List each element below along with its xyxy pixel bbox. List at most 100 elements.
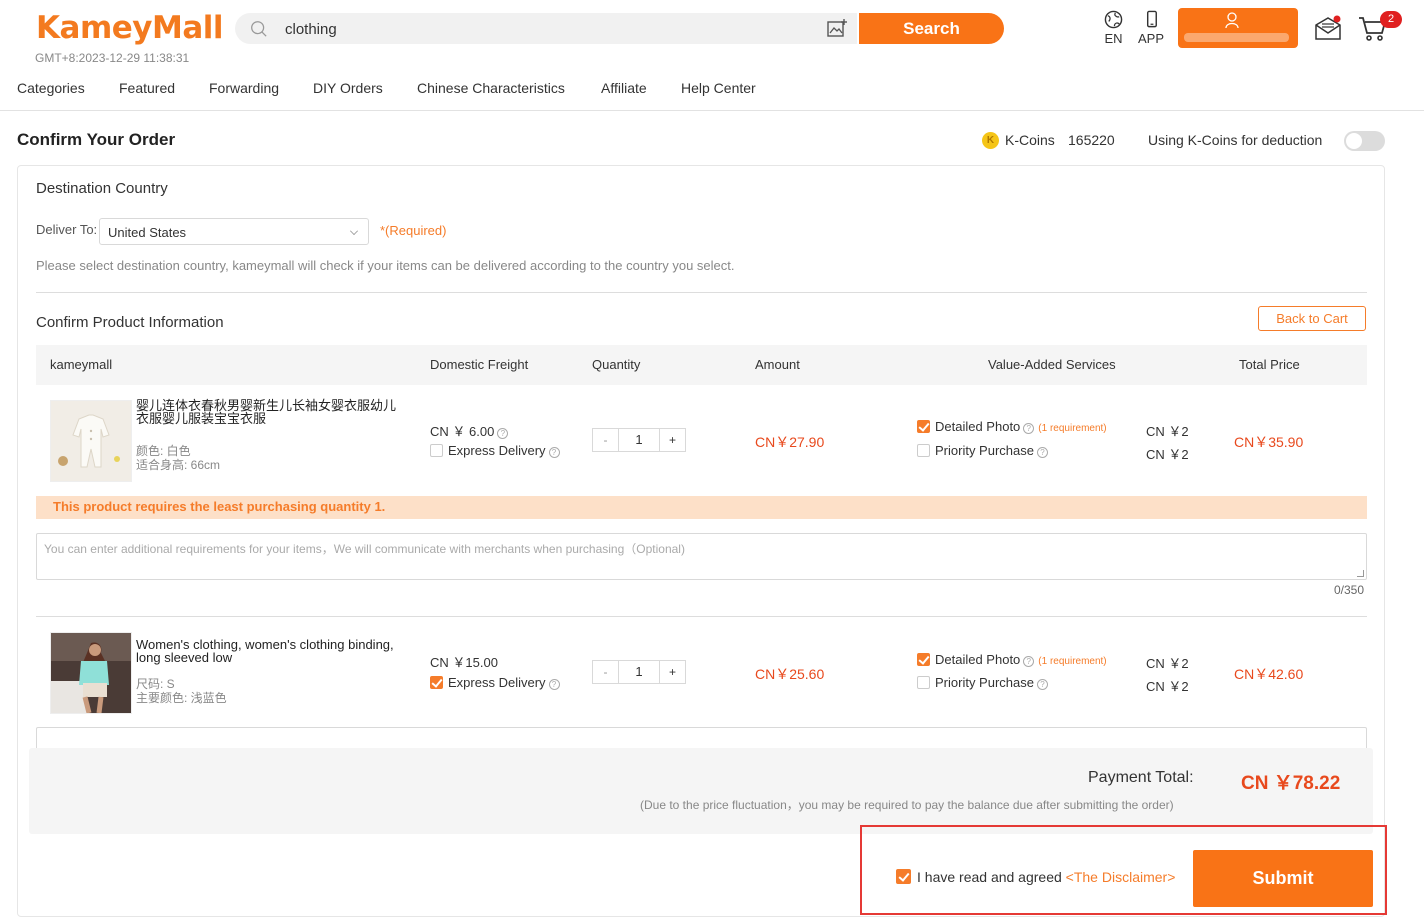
price-fluctuation-note: (Due to the price fluctuation，you may be… bbox=[640, 798, 1174, 812]
col-store: kameymall bbox=[50, 357, 113, 372]
priority-purchase-option[interactable]: Priority Purchase? bbox=[917, 443, 1048, 458]
help-icon[interactable]: ? bbox=[1023, 423, 1035, 434]
quantity-increase-button[interactable]: + bbox=[659, 661, 685, 683]
product-attribute: 适合身高: 66cm bbox=[136, 458, 221, 472]
freight-value: CN ￥ 6.00 bbox=[430, 424, 495, 439]
product-attribute: 颜色: 白色 bbox=[136, 444, 191, 458]
priority-purchase-checkbox[interactable] bbox=[917, 676, 930, 689]
search-button[interactable]: Search bbox=[859, 13, 1004, 44]
priority-purchase-checkbox[interactable] bbox=[917, 444, 930, 457]
quantity-input[interactable]: 1 bbox=[619, 661, 659, 683]
char-counter: 0/350 bbox=[1334, 583, 1365, 597]
nav-chinese-characteristics[interactable]: Chinese Characteristics bbox=[417, 80, 565, 96]
phone-icon bbox=[1146, 10, 1157, 28]
express-delivery-checkbox[interactable] bbox=[430, 444, 443, 457]
help-icon[interactable]: ? bbox=[548, 447, 560, 458]
quantity-decrease-button[interactable]: - bbox=[593, 429, 619, 451]
detailed-photo-price: CN ￥2 bbox=[1146, 656, 1189, 671]
server-clock: GMT+8:2023-12-29 11:38:31 bbox=[35, 51, 190, 65]
requirement-note[interactable]: (1 requirement) bbox=[1038, 656, 1106, 667]
requirements-textarea[interactable]: You can enter additional requirements fo… bbox=[36, 533, 1367, 580]
help-icon[interactable]: ? bbox=[548, 679, 560, 690]
domestic-freight: CN ￥ 6.00? bbox=[430, 421, 509, 440]
country-select[interactable]: United States bbox=[99, 218, 369, 245]
payment-total-value: CN ￥78.22 bbox=[1241, 773, 1341, 794]
disclaimer-link[interactable]: <The Disclaimer> bbox=[1066, 869, 1176, 885]
requirement-note[interactable]: (1 requirement) bbox=[1038, 423, 1106, 434]
nav-help-center[interactable]: Help Center bbox=[681, 80, 756, 96]
back-to-cart-button[interactable]: Back to Cart bbox=[1258, 306, 1366, 331]
nav-categories[interactable]: Categories bbox=[17, 80, 85, 96]
domestic-freight: CN ￥15.00 bbox=[430, 652, 498, 671]
user-icon bbox=[1225, 12, 1239, 29]
freight-value: CN ￥15.00 bbox=[430, 655, 498, 670]
site-logo[interactable]: KameyMall bbox=[36, 10, 224, 46]
product-image[interactable] bbox=[50, 400, 132, 482]
search-bar bbox=[235, 13, 857, 44]
search-input[interactable] bbox=[285, 17, 805, 41]
express-delivery-label: Express Delivery bbox=[448, 675, 546, 690]
payment-summary: Payment Total: CN ￥78.22 (Due to the pri… bbox=[29, 748, 1373, 834]
product-name[interactable]: Women's clothing, women's clothing bindi… bbox=[136, 638, 406, 664]
product-row: Women's clothing, women's clothing bindi… bbox=[18, 624, 1384, 714]
quantity-input[interactable]: 1 bbox=[619, 429, 659, 451]
express-delivery-option[interactable]: Express Delivery? bbox=[430, 443, 560, 458]
quantity-stepper: - 1 + bbox=[592, 660, 686, 684]
kcoin-deduct-toggle[interactable] bbox=[1344, 131, 1385, 151]
agree-label: I have read and agreed bbox=[917, 869, 1062, 885]
country-select-value: United States bbox=[108, 225, 187, 240]
express-delivery-option[interactable]: Express Delivery? bbox=[430, 675, 560, 690]
detailed-photo-option[interactable]: Detailed Photo? (1 requirement) bbox=[917, 419, 1107, 434]
product-row: 婴儿连体衣春秋男婴新生儿长袖女婴衣服幼儿衣服婴儿服装宝宝衣服 颜色: 白色 适合… bbox=[18, 391, 1384, 482]
agree-checkbox[interactable] bbox=[896, 869, 911, 884]
express-delivery-checkbox[interactable] bbox=[430, 676, 443, 689]
help-icon[interactable]: ? bbox=[1036, 679, 1048, 690]
app-download[interactable]: APP bbox=[1138, 10, 1164, 46]
col-amount: Amount bbox=[755, 357, 800, 372]
help-icon[interactable]: ? bbox=[1023, 656, 1035, 667]
user-account-button[interactable] bbox=[1178, 8, 1298, 48]
kcoin-balance: 165220 bbox=[1068, 132, 1115, 148]
priority-purchase-option[interactable]: Priority Purchase? bbox=[917, 675, 1048, 690]
nav-diy-orders[interactable]: DIY Orders bbox=[313, 80, 383, 96]
messages-icon[interactable] bbox=[1314, 15, 1343, 41]
detailed-photo-checkbox[interactable] bbox=[917, 420, 930, 433]
app-label: APP bbox=[1138, 31, 1165, 46]
col-domestic-freight: Domestic Freight bbox=[430, 357, 529, 372]
destination-title: Destination Country bbox=[36, 180, 168, 197]
chevron-down-icon bbox=[350, 227, 358, 235]
nav-featured[interactable]: Featured bbox=[119, 80, 175, 96]
product-total: CN￥42.60 bbox=[1234, 666, 1304, 682]
nav-affiliate[interactable]: Affiliate bbox=[601, 80, 647, 96]
language-switch[interactable]: EN bbox=[1104, 10, 1123, 46]
priority-purchase-price: CN ￥2 bbox=[1146, 447, 1189, 462]
payment-total-label: Payment Total: bbox=[1088, 769, 1194, 786]
priority-purchase-label: Priority Purchase bbox=[935, 443, 1034, 458]
image-search-icon[interactable] bbox=[827, 19, 847, 38]
detailed-photo-option[interactable]: Detailed Photo? (1 requirement) bbox=[917, 652, 1107, 667]
detailed-photo-label: Detailed Photo bbox=[935, 419, 1021, 434]
help-icon[interactable]: ? bbox=[1036, 447, 1048, 458]
product-attribute: 尺码: S bbox=[136, 677, 175, 691]
product-image[interactable] bbox=[50, 632, 132, 714]
help-icon[interactable]: ? bbox=[497, 428, 509, 439]
required-note: *(Required) bbox=[380, 223, 447, 238]
disclaimer-agreement[interactable]: I have read and agreed <The Disclaimer> bbox=[896, 869, 1175, 885]
product-name[interactable]: 婴儿连体衣春秋男婴新生儿长袖女婴衣服幼儿衣服婴儿服装宝宝衣服 bbox=[136, 399, 406, 425]
quantity-decrease-button[interactable]: - bbox=[593, 661, 619, 683]
product-attribute: 主要颜色: 浅蓝色 bbox=[136, 691, 227, 705]
product-amount: CN￥27.90 bbox=[755, 434, 825, 450]
cart-count-badge: 2 bbox=[1380, 11, 1402, 28]
col-value-added-services: Value-Added Services bbox=[988, 357, 1116, 372]
quantity-stepper: - 1 + bbox=[592, 428, 686, 452]
resize-handle[interactable] bbox=[1357, 570, 1364, 577]
detailed-photo-checkbox[interactable] bbox=[917, 653, 930, 666]
search-icon bbox=[251, 21, 267, 37]
section-divider bbox=[36, 292, 1367, 293]
priority-purchase-price: CN ￥2 bbox=[1146, 679, 1189, 694]
product-amount: CN￥25.60 bbox=[755, 666, 825, 682]
kcoin-deduct-label: Using K-Coins for deduction bbox=[1148, 132, 1323, 148]
nav-forwarding[interactable]: Forwarding bbox=[209, 80, 279, 96]
submit-button[interactable]: Submit bbox=[1193, 850, 1373, 907]
quantity-increase-button[interactable]: + bbox=[659, 429, 685, 451]
